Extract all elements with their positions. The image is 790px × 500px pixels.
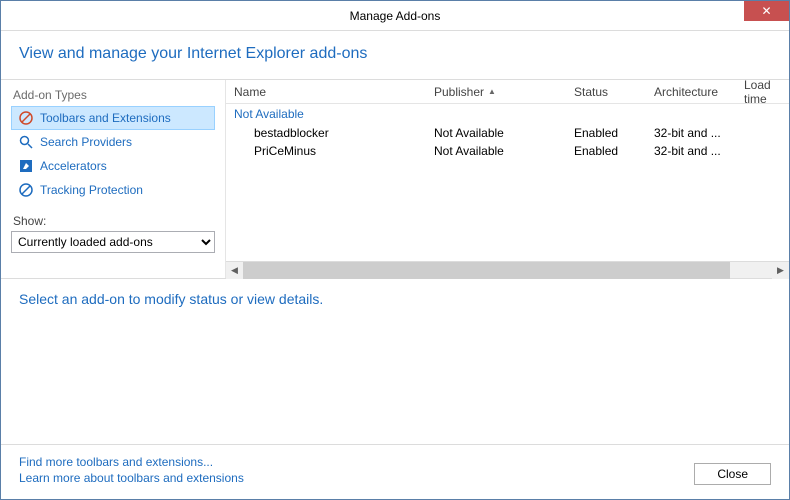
- cell-architecture: 32-bit and ...: [646, 126, 736, 140]
- window-title: Manage Add-ons: [1, 9, 789, 23]
- sidebar-item-tracking-protection[interactable]: Tracking Protection: [11, 178, 215, 202]
- sidebar-item-label: Toolbars and Extensions: [40, 111, 171, 125]
- sidebar-item-search-providers[interactable]: Search Providers: [11, 130, 215, 154]
- search-icon: [18, 134, 34, 150]
- footer: Find more toolbars and extensions... Lea…: [1, 444, 789, 499]
- detail-panel: Select an add-on to modify status or vie…: [1, 278, 789, 418]
- column-header-status[interactable]: Status: [566, 85, 646, 99]
- column-header-name[interactable]: Name: [226, 85, 426, 99]
- cell-name: bestadblocker: [226, 126, 426, 140]
- scroll-thumb[interactable]: [243, 262, 730, 279]
- detail-prompt: Select an add-on to modify status or vie…: [19, 291, 771, 307]
- tracking-protection-icon: [18, 182, 34, 198]
- show-dropdown[interactable]: Currently loaded add-ons: [11, 231, 215, 253]
- addon-table: Name Publisher ▲ Status Architecture Loa…: [226, 80, 789, 278]
- cell-architecture: 32-bit and ...: [646, 144, 736, 158]
- sort-ascending-icon: ▲: [488, 87, 496, 96]
- horizontal-scrollbar[interactable]: ◀ ▶: [226, 261, 789, 278]
- table-group-header[interactable]: Not Available: [226, 104, 789, 124]
- cell-load-time: [736, 144, 789, 158]
- footer-links: Find more toolbars and extensions... Lea…: [19, 455, 244, 485]
- sidebar-item-accelerators[interactable]: Accelerators: [11, 154, 215, 178]
- cell-load-time: [736, 126, 789, 140]
- scroll-track[interactable]: [243, 262, 772, 279]
- column-header-publisher[interactable]: Publisher ▲: [426, 85, 566, 99]
- close-icon: ✕: [761, 5, 771, 17]
- sidebar-item-label: Tracking Protection: [40, 183, 143, 197]
- cell-publisher: Not Available: [426, 126, 566, 140]
- scroll-left-button[interactable]: ◀: [226, 262, 243, 279]
- cell-publisher: Not Available: [426, 144, 566, 158]
- window-close-button[interactable]: ✕: [744, 1, 789, 21]
- sidebar-heading: Add-on Types: [11, 88, 215, 102]
- cell-status: Enabled: [566, 144, 646, 158]
- header-title: View and manage your Internet Explorer a…: [19, 45, 771, 63]
- cell-name: PriCeMinus: [226, 144, 426, 158]
- sidebar-item-toolbars-extensions[interactable]: Toolbars and Extensions: [11, 106, 215, 130]
- toolbars-icon: [18, 110, 34, 126]
- column-header-load-time[interactable]: Load time: [736, 78, 789, 106]
- header: View and manage your Internet Explorer a…: [1, 31, 789, 80]
- sidebar-item-label: Search Providers: [40, 135, 132, 149]
- table-row[interactable]: PriCeMinus Not Available Enabled 32-bit …: [226, 142, 789, 160]
- find-more-link[interactable]: Find more toolbars and extensions...: [19, 455, 244, 469]
- sidebar-item-label: Accelerators: [40, 159, 107, 173]
- table-header: Name Publisher ▲ Status Architecture Loa…: [226, 80, 789, 104]
- show-label: Show:: [11, 214, 215, 228]
- sidebar: Add-on Types Toolbars and Extensions Sea…: [1, 80, 226, 278]
- main-area: Add-on Types Toolbars and Extensions Sea…: [1, 80, 789, 278]
- column-header-architecture[interactable]: Architecture: [646, 85, 736, 99]
- cell-status: Enabled: [566, 126, 646, 140]
- table-body: Not Available bestadblocker Not Availabl…: [226, 104, 789, 261]
- accelerators-icon: [18, 158, 34, 174]
- scroll-right-button[interactable]: ▶: [772, 262, 789, 279]
- close-button[interactable]: Close: [694, 463, 771, 485]
- table-row[interactable]: bestadblocker Not Available Enabled 32-b…: [226, 124, 789, 142]
- titlebar: Manage Add-ons ✕: [1, 1, 789, 31]
- learn-more-link[interactable]: Learn more about toolbars and extensions: [19, 471, 244, 485]
